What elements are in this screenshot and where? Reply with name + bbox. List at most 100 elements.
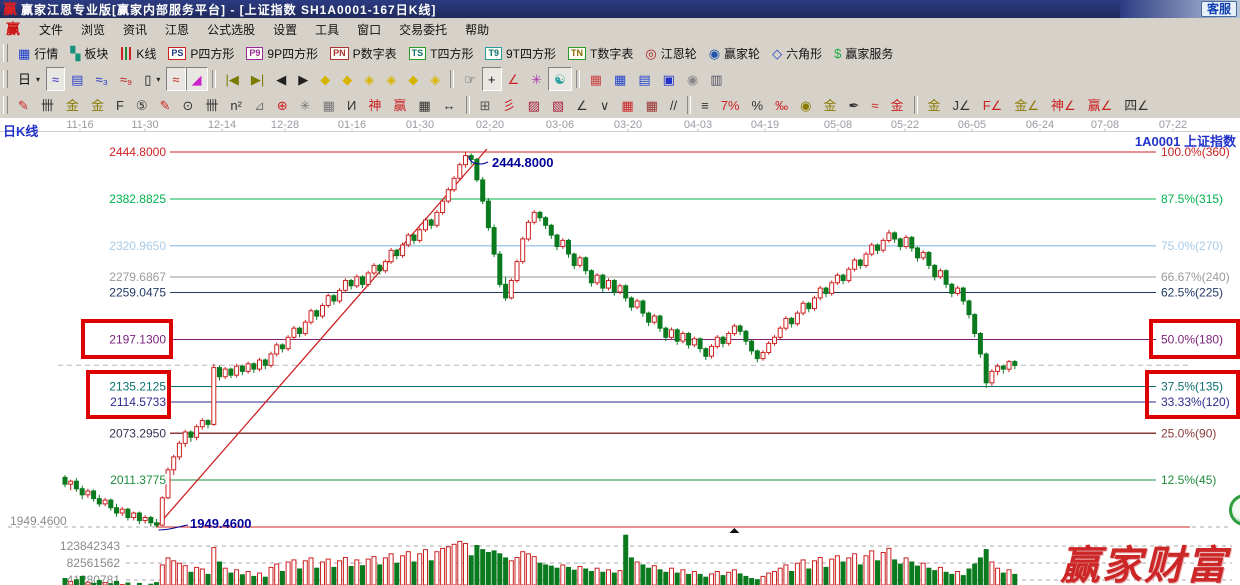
gold-red-tool[interactable]: 金 (885, 93, 910, 117)
ying-angle-tool[interactable]: 赢∠ (1082, 93, 1119, 117)
crosshair-button[interactable]: + (482, 67, 502, 91)
parallel-lines-tool[interactable]: // (664, 93, 683, 117)
n2-tool[interactable]: n² (224, 93, 248, 117)
wave-channel-tool[interactable]: ≈ (865, 93, 884, 117)
percent-zone-tool[interactable]: 7% (715, 93, 746, 117)
fan-tool[interactable]: 彡 (497, 93, 522, 117)
spiral5-tool[interactable]: ⑤ (130, 93, 154, 117)
line-comb-tool[interactable]: 卌 (199, 93, 224, 117)
menu-item-交易委托[interactable]: 交易委托 (390, 21, 456, 39)
menu-item-设置[interactable]: 设置 (264, 21, 306, 39)
report-button[interactable]: ▤ (632, 67, 656, 91)
j-angle-tool[interactable]: J∠ (947, 93, 977, 117)
info-panel-button[interactable]: ▤ (65, 67, 89, 91)
gold-lines-tool[interactable]: 金 (60, 93, 85, 117)
kline-chart[interactable]: 11-1611-3012-1412-2801-1601-3002-2003-06… (0, 118, 1240, 585)
9t-square-button[interactable]: T99T四方形 (479, 41, 562, 65)
f-angle-tool[interactable]: F∠ (977, 93, 1009, 117)
next-button[interactable]: ▶ (292, 67, 314, 91)
grid-lines-tool[interactable]: 卌 (35, 93, 60, 117)
candle-style-button[interactable]: ▯▾ (138, 67, 166, 91)
menu-item-浏览[interactable]: 浏览 (72, 21, 114, 39)
period-daily-button[interactable]: 日▾ (12, 67, 46, 91)
ink-angle-tool[interactable]: ✒ (842, 93, 865, 117)
sectors-button[interactable]: ▚板块 (64, 41, 114, 65)
pencil-tool[interactable]: ✎ (12, 93, 35, 117)
ray-lines-tool[interactable]: ∠ (570, 93, 594, 117)
menu-item-窗口[interactable]: 窗口 (348, 21, 390, 39)
t-square-button[interactable]: TST四方形 (403, 41, 480, 65)
hand-drag-button[interactable]: ☞ (458, 67, 482, 91)
matrix-button[interactable]: ▦ (608, 67, 632, 91)
first-page-button[interactable]: |◀ (220, 67, 245, 91)
purple-tool-button[interactable]: ✳ (525, 67, 548, 91)
kline-chart-panel[interactable]: 日K线 1A0001 上证指数 11-1611-3012-1412-2801-1… (0, 118, 1240, 585)
winner-service-button[interactable]: $赢家服务 (828, 41, 899, 65)
wave9-button[interactable]: ≈₉ (114, 67, 138, 91)
winner-wheel-button[interactable]: ◉赢家轮 (703, 41, 766, 65)
menu-item-江恩[interactable]: 江恩 (156, 21, 198, 39)
flag-chart-button[interactable]: ◢ (186, 67, 208, 91)
kline-button[interactable]: K线 (114, 41, 162, 65)
grid-123-tool[interactable]: ▦ (412, 93, 436, 117)
red-wave-button[interactable]: ≈ (166, 67, 185, 91)
ying-lines-tool[interactable]: 赢 (387, 93, 412, 117)
t-digit-table-button[interactable]: TNT数字表 (562, 41, 639, 65)
starburst-tool[interactable]: ✳ (294, 93, 317, 117)
circle-cross-tool[interactable]: ⊕ (271, 93, 294, 117)
red-grid-tool[interactable]: ▦ (615, 93, 639, 117)
gold-underline-tool[interactable]: 金 (922, 93, 947, 117)
percent-tool[interactable]: % (746, 93, 770, 117)
gann-shrink-button[interactable]: ◈ (380, 67, 402, 91)
ruler-tool[interactable]: ≡ (695, 93, 715, 117)
menu-item-资讯[interactable]: 资讯 (114, 21, 156, 39)
gann-wheel-button[interactable]: ◎江恩轮 (639, 41, 702, 65)
grid-arrow-tool[interactable]: ▦ (640, 93, 664, 117)
si-angle-tool[interactable]: 四∠ (1118, 93, 1155, 117)
gold-line-tool[interactable]: 金 (817, 93, 842, 117)
angle-measure-button[interactable]: ∠ (502, 67, 526, 91)
wave-tick-tool[interactable]: И (341, 93, 362, 117)
zoom-wave-button[interactable]: ≈ (46, 67, 65, 91)
calendar-button[interactable]: ▦ (584, 67, 608, 91)
v-wave-tool[interactable]: ∨ (594, 93, 616, 117)
gann-fit-button[interactable]: ◈ (424, 67, 446, 91)
percent-red-tool[interactable]: ‰ (769, 93, 794, 117)
gann-expand-button[interactable]: ◈ (358, 67, 380, 91)
gann-circle-tool[interactable]: ⊙ (176, 93, 199, 117)
mirror-angle-tool[interactable]: ⊿ (248, 93, 271, 117)
hexagon-button[interactable]: ◇六角形 (766, 41, 828, 65)
gann-left-button[interactable]: ◆ (314, 67, 336, 91)
taiji-button[interactable]: ☯ (548, 67, 572, 91)
gold-angle-tool[interactable]: 金∠ (1008, 93, 1045, 117)
gann-right-button[interactable]: ◆ (336, 67, 358, 91)
gann-center-button[interactable]: ◆ (402, 67, 424, 91)
export-button[interactable]: ▥ (704, 67, 728, 91)
box-grid-tool[interactable]: ⊞ (474, 93, 497, 117)
quotes-button[interactable]: ▦行情 (12, 41, 64, 65)
span-arrows-tool[interactable]: ↔ (437, 93, 462, 117)
customer-service-button[interactable]: 客服 (1201, 1, 1237, 17)
menu-item-公式选股[interactable]: 公式选股 (198, 21, 264, 39)
wave3-button[interactable]: ≈₃ (89, 67, 113, 91)
shen-angle-tool[interactable]: 神∠ (1045, 93, 1082, 117)
gold-lines2-tool[interactable]: 金 (85, 93, 110, 117)
p-digit-table-button[interactable]: PNP数字表 (324, 41, 403, 65)
9p-square-button[interactable]: P99P四方形 (240, 41, 324, 65)
fan-box-tool[interactable]: ▨ (522, 93, 546, 117)
box-fan-tool[interactable]: ▧ (546, 93, 570, 117)
menu-item-文件[interactable]: 文件 (30, 21, 72, 39)
toolbar-grip[interactable] (3, 44, 8, 62)
net-grid-tool[interactable]: ▦ (317, 93, 341, 117)
prev-button[interactable]: ◀ (270, 67, 292, 91)
toolbar-grip[interactable] (3, 70, 8, 88)
red-pencil-tool[interactable]: ✎ (154, 93, 177, 117)
save-button[interactable]: ▣ (657, 67, 681, 91)
menu-item-工具[interactable]: 工具 (306, 21, 348, 39)
last-page-button[interactable]: ▶| (245, 67, 270, 91)
menu-item-帮助[interactable]: 帮助 (456, 21, 498, 39)
p-square-button[interactable]: PSP四方形 (162, 41, 240, 65)
shen-lines-tool[interactable]: 神 (362, 93, 387, 117)
gold-circle-tool[interactable]: ◉ (794, 93, 817, 117)
toolbar-grip[interactable] (3, 96, 8, 114)
